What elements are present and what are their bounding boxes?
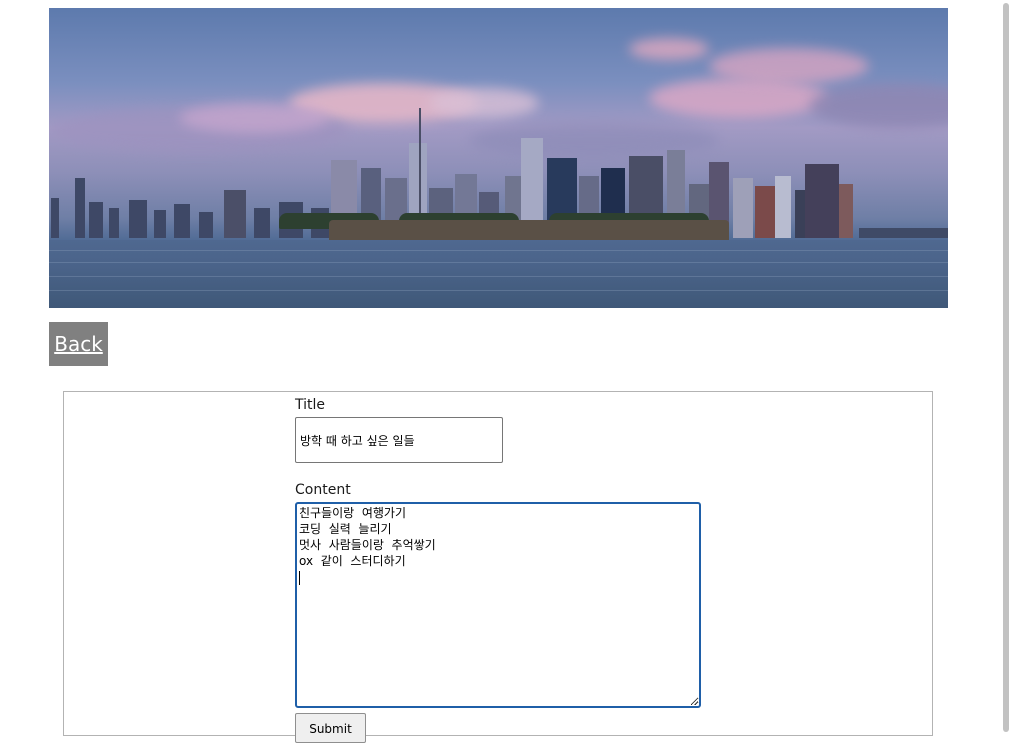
scrollbar-thumb[interactable] xyxy=(1003,3,1009,732)
content-line: 멋사 사람들이랑 추억쌓기 xyxy=(299,538,436,552)
resize-handle-icon[interactable] xyxy=(691,698,698,705)
text-caret xyxy=(299,569,697,585)
title-label: Title xyxy=(295,397,326,413)
content-line: ox 같이 스터디하기 xyxy=(299,554,406,568)
content-textarea[interactable]: 친구들이랑 여행가기 코딩 실력 늘리기 멋사 사람들이랑 추억쌓기 ox 같이… xyxy=(295,502,701,708)
content-line: 친구들이랑 여행가기 xyxy=(299,506,406,520)
back-button[interactable]: Back xyxy=(49,322,108,366)
city-skyline-image xyxy=(49,8,948,308)
content-line: 코딩 실력 늘리기 xyxy=(299,522,392,536)
title-input[interactable] xyxy=(295,417,503,463)
content-label: Content xyxy=(295,482,351,498)
page: Back Title Content 친구들이랑 여행가기 코딩 실력 늘리기 … xyxy=(0,0,996,743)
submit-button[interactable]: Submit xyxy=(295,713,366,743)
